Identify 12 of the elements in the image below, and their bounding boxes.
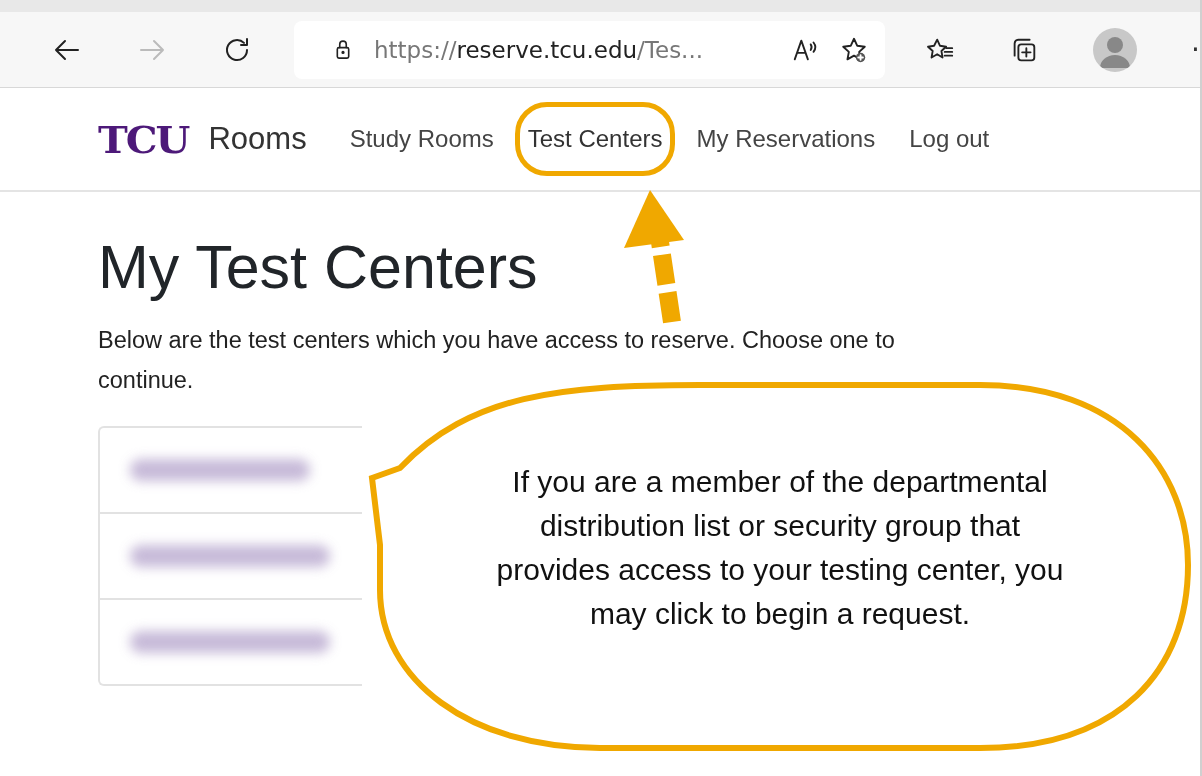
nav-link[interactable]: Test Centers	[514, 102, 676, 176]
url-text: https://reserve.tcu.edu/Tes...	[374, 36, 705, 63]
app-name: Rooms	[208, 121, 307, 157]
intro-text: Below are the test centers which you have access to reserve. Choose one to continue.	[98, 326, 896, 395]
more-menu[interactable]: ·	[1191, 33, 1200, 66]
nav-link[interactable]: Log out	[896, 102, 1003, 176]
address-bar[interactable]: https://reserve.tcu.edu/Tes...	[294, 20, 886, 79]
page-title: My Test Centers	[98, 232, 538, 302]
nav-link[interactable]: Study Rooms	[336, 102, 507, 176]
nav-link[interactable]: My Reservations	[683, 102, 889, 176]
callout-text: If you are a member of the departmental distribution list or security group that provides access to your testing center, you may click to begin a request.	[495, 464, 1065, 632]
tcu-logo[interactable]: TCU	[98, 116, 189, 162]
